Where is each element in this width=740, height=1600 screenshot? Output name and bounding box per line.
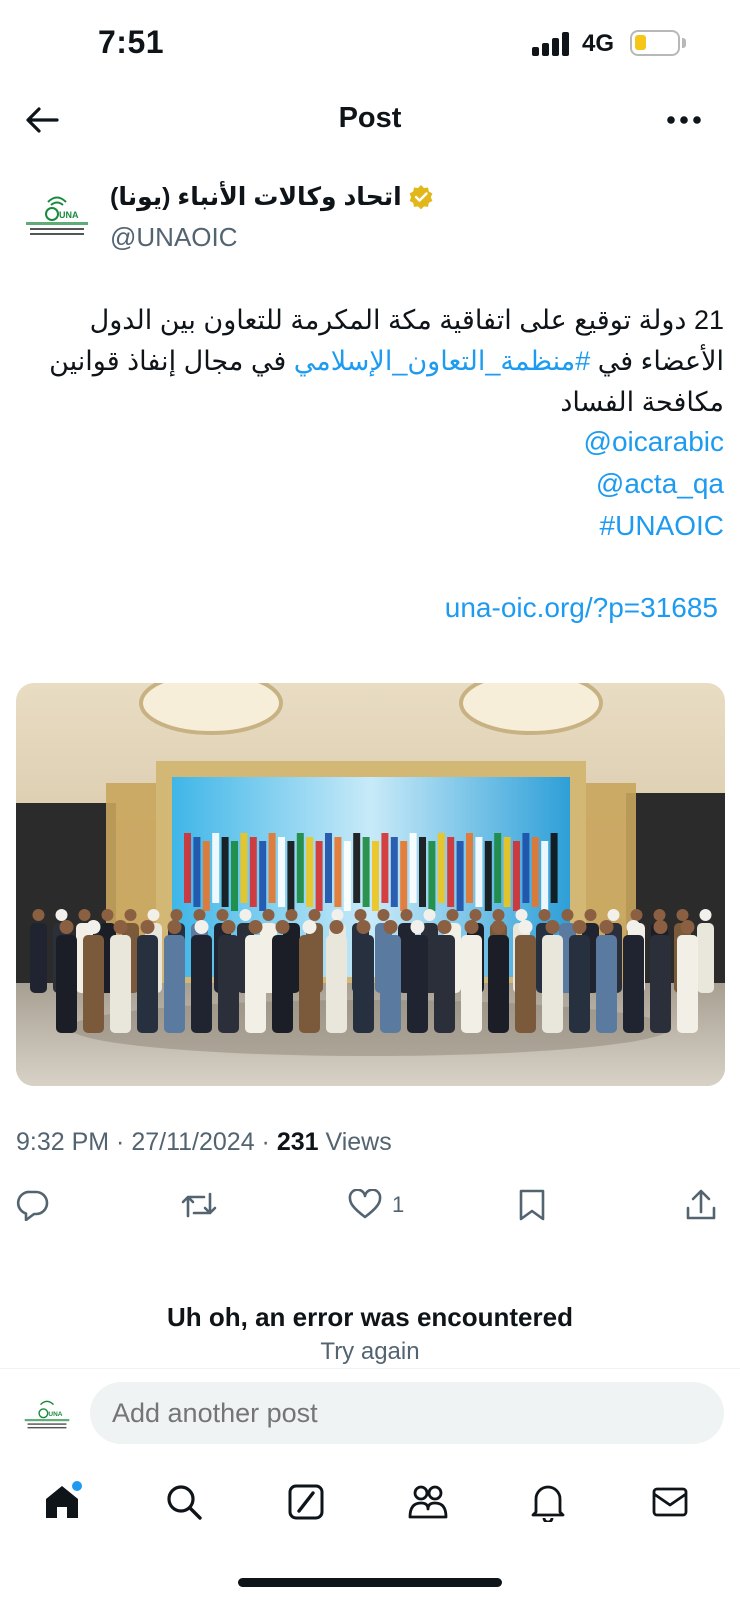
search-icon [167, 1485, 202, 1520]
more-options-button[interactable] [660, 100, 708, 140]
heart-icon [348, 1189, 382, 1219]
avatar[interactable]: UNA [20, 184, 94, 246]
tab-notifications[interactable] [524, 1478, 572, 1526]
status-bar: 7:51 4G [0, 0, 740, 90]
bottom-tab-bar [0, 1470, 740, 1530]
share-button[interactable] [684, 1180, 718, 1230]
network-type: 4G [582, 30, 615, 57]
una-logo-icon: UNA [24, 1400, 70, 1429]
like-count: 1 [392, 1192, 405, 1217]
notification-dot [72, 1481, 82, 1491]
status-time: 7:51 [98, 24, 165, 60]
post-author: UNA اتحاد وكالات الأنباء (يونا) @UNAOIC [0, 178, 740, 258]
post-text-line: مكافحة الفساد [560, 387, 724, 417]
like-button[interactable]: 1 [348, 1180, 404, 1230]
author-handle: @UNAOIC [110, 222, 238, 252]
reply-composer: UNA [0, 1380, 740, 1446]
reply-input[interactable] [90, 1382, 724, 1444]
home-indicator [238, 1578, 502, 1587]
post-timestamp: 9:32 PM · 27/11/2024 · 231 Views [16, 1128, 392, 1156]
author-name[interactable]: اتحاد وكالات الأنباء (يونا) [110, 182, 402, 212]
bookmark-icon [519, 1189, 545, 1221]
tab-search[interactable] [160, 1478, 208, 1526]
tab-home[interactable] [38, 1478, 86, 1526]
post-url-link[interactable]: una-oic.org/?p=31685 [445, 592, 718, 624]
arrow-left-icon [26, 107, 59, 133]
post-body-text: 21 دولة توقيع على اتفاقية مكة المكرمة لل… [16, 300, 724, 423]
mention-link[interactable]: @acta_qa [596, 468, 724, 500]
divider [0, 1368, 740, 1369]
una-logo-icon: UNA [26, 196, 88, 235]
back-button[interactable] [22, 100, 62, 140]
post-text-line: الأعضاء في #منظمة_التعاون_الإسلامي في مج… [49, 346, 724, 376]
reply-button[interactable] [16, 1180, 50, 1230]
post-actions: 1 [0, 1180, 740, 1230]
mail-icon [652, 1487, 688, 1517]
communities-icon [408, 1485, 448, 1519]
hashtag-link[interactable]: #UNAOIC [600, 510, 724, 542]
svg-text:UNA: UNA [48, 1411, 62, 1418]
page-title: Post [338, 102, 402, 134]
repost-button[interactable] [180, 1180, 218, 1230]
mention-link[interactable]: @oicarabic [584, 426, 724, 458]
post-text-line: 21 دولة توقيع على اتفاقية مكة المكرمة لل… [89, 305, 724, 335]
tab-grok[interactable] [282, 1478, 330, 1526]
tab-messages[interactable] [646, 1478, 694, 1526]
grok-icon [288, 1484, 324, 1520]
hashtag-link[interactable]: #منظمة_التعاون_الإسلامي [294, 346, 591, 376]
bell-icon [531, 1485, 565, 1522]
reply-icon [16, 1190, 49, 1221]
battery-icon [630, 30, 680, 56]
repost-icon [181, 1192, 217, 1218]
share-icon [686, 1189, 716, 1220]
svg-text:UNA: UNA [59, 210, 79, 220]
views-count: 231 [276, 1128, 319, 1156]
error-message: Uh oh, an error was encountered [167, 1302, 573, 1332]
verified-badge-icon [409, 185, 433, 210]
signal-icon [532, 32, 572, 56]
try-again-button[interactable]: Try again [0, 1338, 740, 1366]
group-photo-image [16, 683, 725, 1086]
avatar: UNA [20, 1392, 74, 1436]
more-horizontal-icon [667, 116, 701, 124]
post-header: Post [0, 90, 740, 150]
bookmark-button[interactable] [518, 1180, 546, 1230]
tab-communities[interactable] [404, 1478, 452, 1526]
post-image[interactable] [16, 683, 725, 1086]
